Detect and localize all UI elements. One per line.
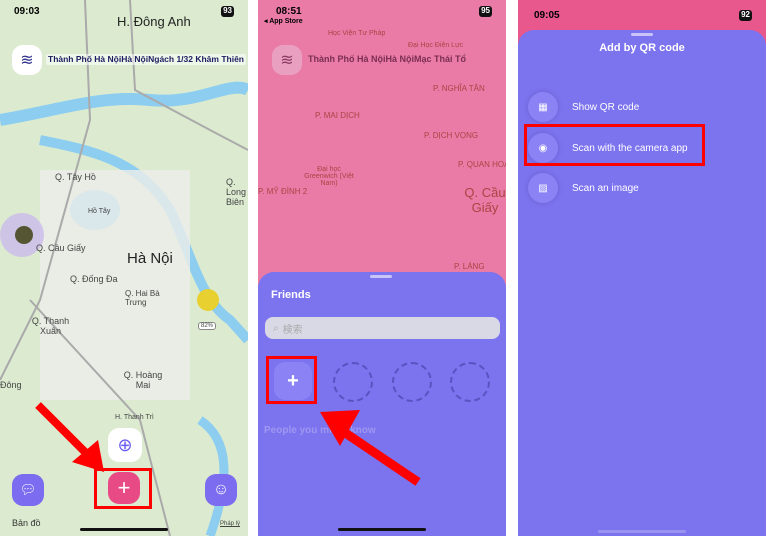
red-arrow	[320, 410, 421, 486]
legal-link[interactable]: Pháp lý	[220, 521, 240, 527]
map-screen: 09:03 93 ≋ Thành Phố Hà NộiHà NộiNgách 1/…	[0, 0, 248, 536]
qr-screen: 09:05 92 Add by QR code ▦ Show QR code ◉ Sc…	[518, 0, 766, 536]
home-indicator	[80, 528, 168, 531]
red-arrow	[35, 402, 104, 472]
battery-indicator: 92	[739, 10, 752, 21]
scan-image-option[interactable]: ▨ Scan an image	[528, 173, 639, 203]
image-icon: ▨	[528, 173, 558, 203]
show-qr-code-option[interactable]: ▦ Show QR code	[528, 92, 639, 122]
clock: 09:05	[534, 10, 560, 21]
qr-code-icon: ▦	[528, 92, 558, 122]
qr-sheet: Add by QR code ▦ Show QR code ◉ Scan with …	[518, 30, 766, 536]
sheet-grabber[interactable]	[631, 33, 653, 36]
maps-attribution: Bản đồ	[12, 518, 41, 528]
friends-screen: 08:51 95 ◂ App Store ≋ Thành Phố Hà NộiHà…	[258, 0, 506, 536]
home-indicator	[598, 530, 686, 533]
sheet-title: Add by QR code	[599, 42, 685, 54]
option-label: Show QR code	[572, 101, 640, 113]
option-label: Scan an image	[572, 182, 639, 194]
highlight-box	[524, 124, 705, 166]
